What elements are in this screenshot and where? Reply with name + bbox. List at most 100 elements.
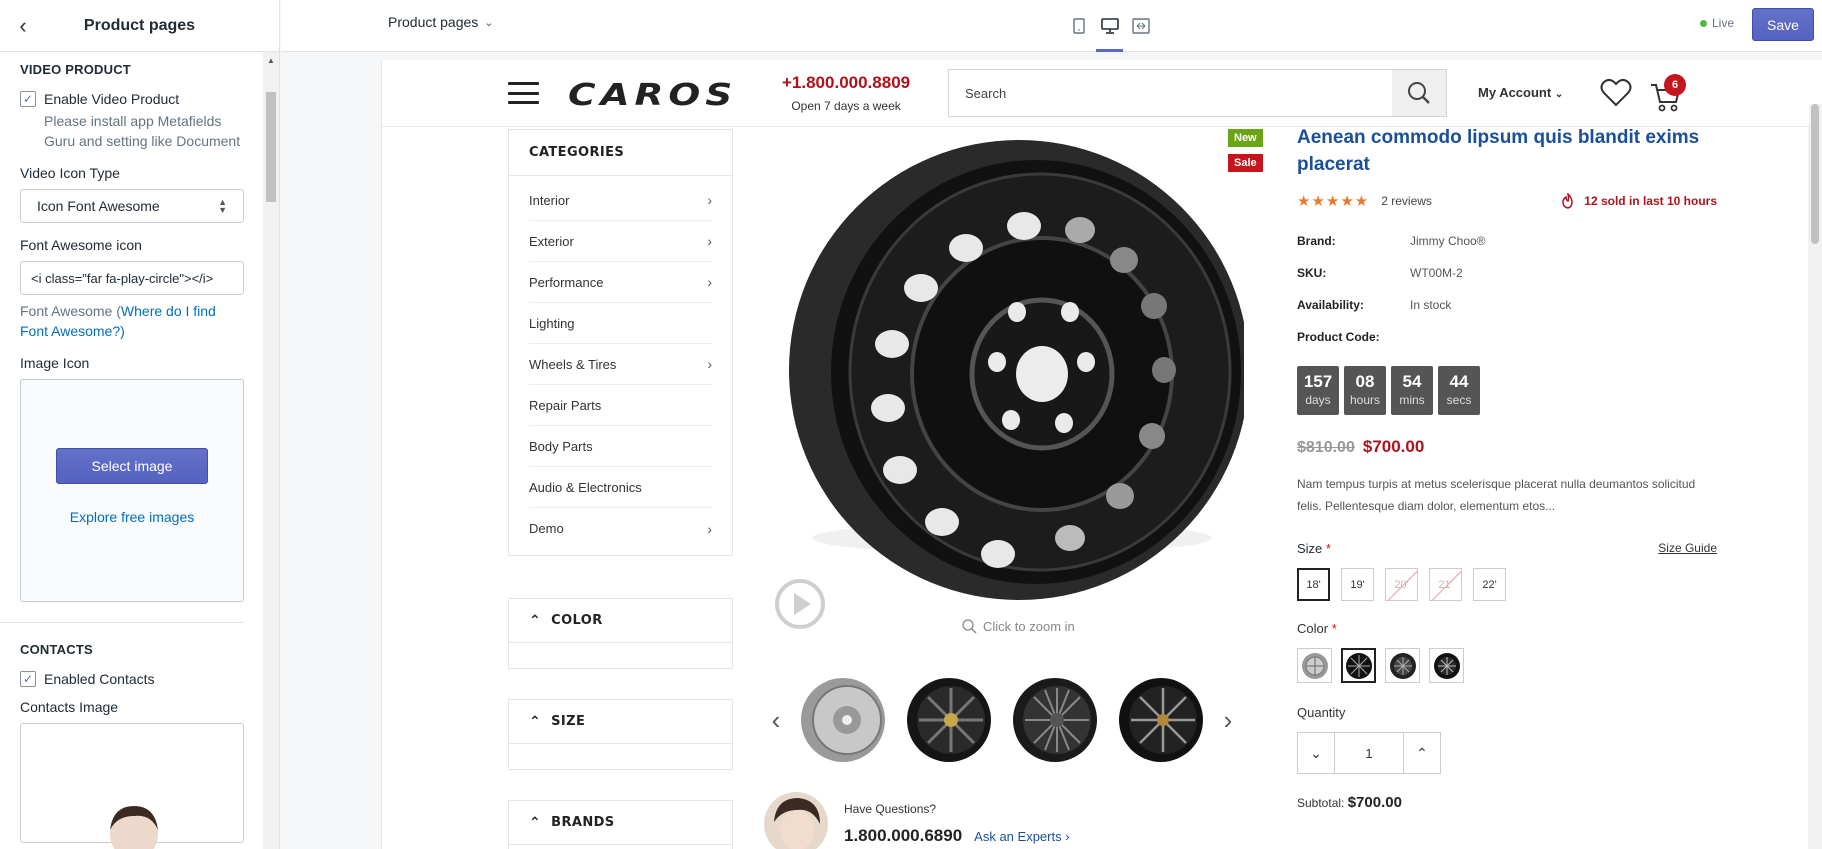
thumbnail-3[interactable]	[1009, 674, 1101, 766]
wishlist-button[interactable]	[1600, 78, 1632, 113]
category-item[interactable]: Interior ›	[529, 180, 712, 221]
categories-title: CATEGORIES	[509, 130, 732, 176]
category-item[interactable]: Wheels & Tires ›	[529, 344, 712, 385]
enable-contacts-checkbox[interactable]: ✓ Enabled Contacts	[20, 671, 244, 687]
size-label: Size *	[1297, 541, 1331, 556]
my-account-label: My Account	[1478, 85, 1552, 100]
page-type-dropdown[interactable]: Product pages ⌄	[388, 14, 494, 30]
categories-list: Interior › Exterior › Performance › Lighting Wh…	[509, 176, 732, 555]
sidebar-scrollbar[interactable]: ▲	[263, 52, 279, 849]
size-option[interactable]: 19'	[1341, 568, 1374, 601]
chevron-right-icon: ›	[707, 356, 712, 372]
category-item[interactable]: Audio & Electronics	[529, 467, 712, 508]
contacts-section-title: CONTACTS	[20, 642, 93, 657]
chevron-up-icon: ⌃	[1416, 744, 1428, 761]
availability-label: Availability:	[1297, 298, 1364, 312]
decrease-qty-button[interactable]: ⌄	[1298, 733, 1334, 773]
subtotal-value: $700.00	[1347, 794, 1402, 811]
color-swatch-gunmetal[interactable]	[1385, 648, 1420, 683]
select-image-button[interactable]: Select image	[56, 448, 208, 484]
review-count[interactable]: 2 reviews	[1381, 194, 1432, 208]
contacts-image-label: Contacts Image	[20, 699, 119, 715]
size-guide-link[interactable]: Size Guide	[1658, 541, 1717, 556]
mobile-view-button[interactable]	[1063, 8, 1094, 44]
thumbnail-4[interactable]	[1115, 674, 1207, 766]
help-phone[interactable]: 1.800.000.6890	[844, 826, 962, 846]
carousel-next-icon[interactable]: ›	[1214, 705, 1242, 736]
color-swatch-dark[interactable]	[1429, 648, 1464, 683]
thumbnail-2[interactable]	[903, 674, 995, 766]
save-button[interactable]: Save	[1752, 8, 1814, 41]
mobile-icon	[1072, 18, 1085, 34]
store-logo[interactable]: CAROS	[568, 78, 737, 113]
store-header: CAROS +1.800.000.8809 Open 7 days a week…	[382, 60, 1809, 127]
category-label: Demo	[529, 521, 564, 536]
thumbnail-1[interactable]	[797, 674, 889, 766]
size-option[interactable]: 18'	[1297, 568, 1330, 601]
size-option[interactable]: 21'	[1429, 568, 1462, 601]
size-filter: ⌃ SIZE	[508, 699, 733, 770]
image-icon-picker: Select image Explore free images	[20, 379, 244, 602]
category-item[interactable]: Performance ›	[529, 262, 712, 303]
play-circle-icon[interactable]	[774, 578, 826, 630]
desktop-view-button[interactable]	[1094, 8, 1125, 52]
sold-recently: 12 sold in last 10 hours	[1560, 193, 1717, 209]
search-button[interactable]	[1392, 70, 1446, 116]
explore-free-images-link[interactable]: Explore free images	[21, 509, 243, 525]
zoom-hint[interactable]: Click to zoom in	[962, 619, 1075, 634]
preview-scrollbar[interactable]	[1808, 104, 1822, 849]
ask-experts-link[interactable]: Ask an Experts ›	[974, 829, 1069, 844]
fullscreen-view-button[interactable]	[1125, 8, 1156, 44]
size-option[interactable]: 22'	[1473, 568, 1506, 601]
category-item[interactable]: Repair Parts	[529, 385, 712, 426]
scroll-up-icon[interactable]: ▲	[267, 56, 275, 65]
scrollbar-thumb[interactable]	[266, 92, 276, 202]
product-title: Aenean commodo lipsum quis blandit exims…	[1297, 127, 1700, 175]
size-option[interactable]: 20'	[1385, 568, 1418, 601]
quantity-input[interactable]: 1	[1334, 733, 1404, 773]
brand-row: Brand: Jimmy Choo®	[1297, 234, 1717, 248]
enable-video-checkbox[interactable]: ✓ Enable Video Product	[20, 91, 244, 107]
sku-row: SKU: WT00M-2	[1297, 266, 1717, 280]
contacts-image-picker[interactable]	[20, 723, 244, 849]
cart-button[interactable]: 6	[1650, 74, 1686, 117]
brand-value[interactable]: Jimmy Choo®	[1410, 234, 1486, 248]
category-item[interactable]: Exterior ›	[529, 221, 712, 262]
video-icon-type-select[interactable]: Icon Font Awesome ▲ ▼	[20, 189, 244, 223]
category-item[interactable]: Body Parts	[529, 426, 712, 467]
back-arrow-icon[interactable]: ‹	[10, 13, 36, 39]
cart-count-badge: 6	[1664, 74, 1686, 96]
category-label: Exterior	[529, 233, 574, 249]
enable-contacts-label: Enabled Contacts	[44, 671, 155, 687]
chevron-right-icon: ›	[707, 233, 712, 249]
store-search: Search	[948, 69, 1447, 117]
carousel-prev-icon[interactable]: ‹	[762, 705, 790, 736]
device-preview-toggles	[1063, 8, 1156, 52]
my-account-dropdown[interactable]: My Account ⌄	[1478, 85, 1563, 100]
availability-row: Availability: In stock	[1297, 298, 1717, 312]
increase-qty-button[interactable]: ⌃	[1404, 733, 1440, 773]
color-filter-toggle[interactable]: ⌃ COLOR	[509, 599, 732, 643]
subtotal-label: Subtotal:	[1297, 796, 1345, 810]
scrollbar-thumb[interactable]	[1811, 104, 1819, 244]
product-code-label: Product Code:	[1297, 330, 1380, 344]
store-phone-number[interactable]: +1.800.000.8809	[782, 73, 910, 93]
chevron-up-icon: ⌃	[529, 612, 542, 629]
font-awesome-icon-input[interactable]: <i class="far fa-play-circle"></i>	[20, 261, 244, 295]
price-block: $810.00 $700.00	[1297, 437, 1717, 457]
sale-badge: Sale	[1228, 154, 1263, 172]
main-product-image[interactable]	[774, 140, 1244, 610]
store-search-input[interactable]: Search	[949, 70, 1392, 116]
color-swatch-black[interactable]	[1341, 648, 1376, 683]
category-item[interactable]: Demo ›	[529, 508, 712, 549]
size-filter-toggle[interactable]: ⌃ SIZE	[509, 700, 732, 744]
color-swatch-silver[interactable]	[1297, 648, 1332, 683]
brands-filter-toggle[interactable]: ⌃ BRANDS	[509, 801, 732, 845]
hamburger-menu-icon[interactable]	[508, 82, 539, 104]
category-item[interactable]: Lighting	[529, 303, 712, 344]
thumbnail-carousel: ‹ ›	[762, 670, 1252, 770]
star-rating-icon[interactable]: ★★★★★	[1297, 192, 1369, 210]
image-icon-label: Image Icon	[20, 355, 90, 371]
sku-value: WT00M-2	[1410, 266, 1463, 280]
categories-panel: CATEGORIES Interior › Exterior › Performance…	[508, 129, 733, 556]
